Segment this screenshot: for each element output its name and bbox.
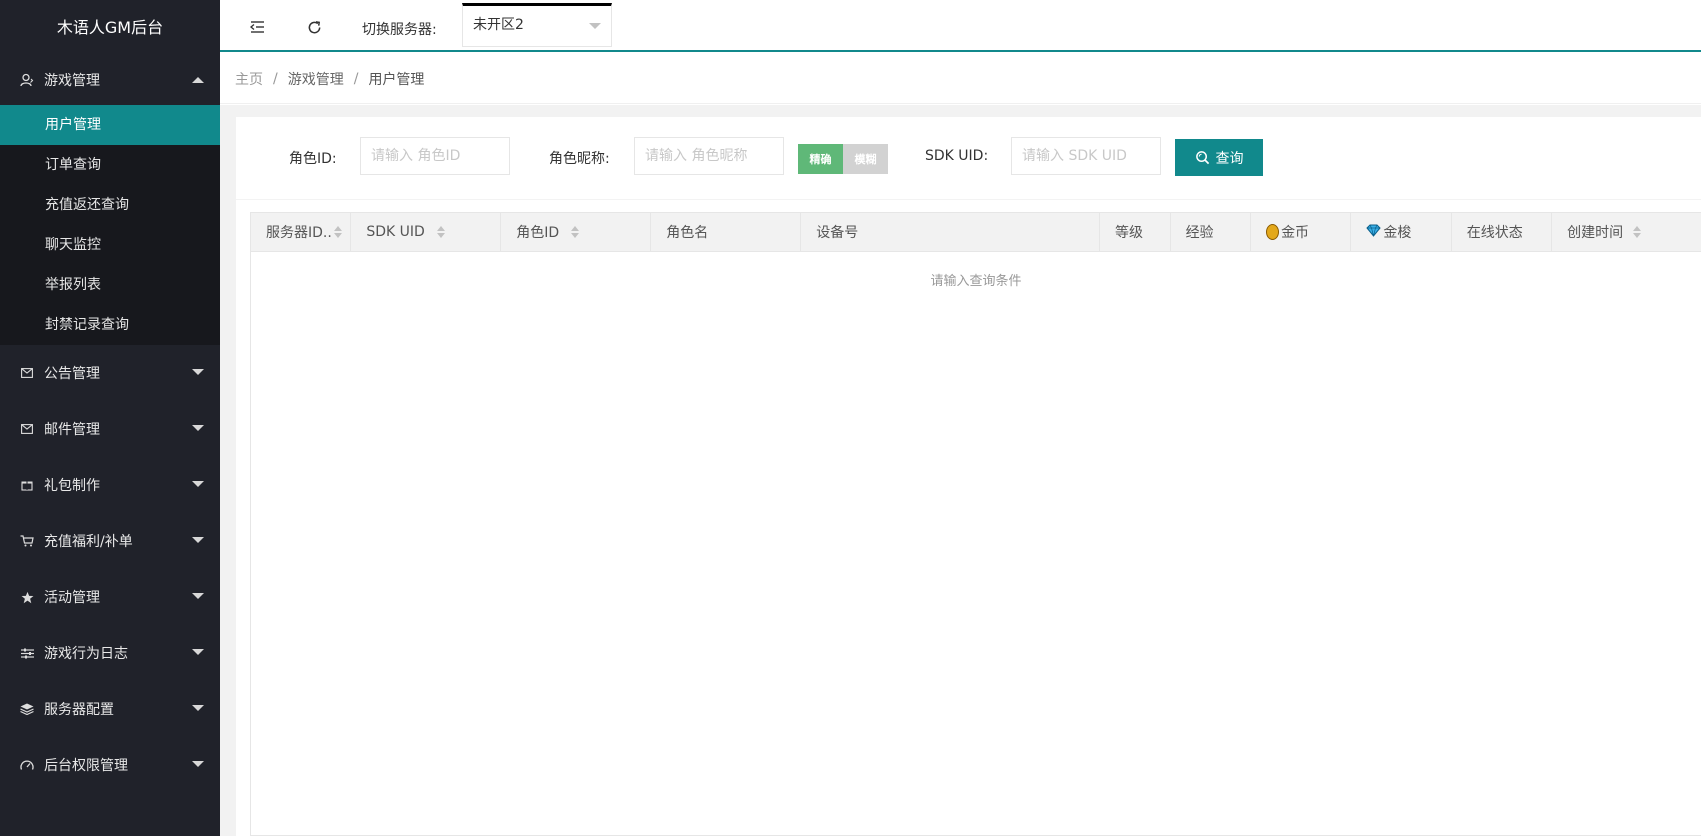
menu-group-gift-pack[interactable]: 礼包制作 <box>0 457 220 513</box>
column-header-gold: 金币 <box>1251 213 1352 251</box>
menu-group-activity[interactable]: 活动管理 <box>0 569 220 625</box>
menu-group-game-behavior-log[interactable]: 游戏行为日志 <box>0 625 220 681</box>
column-header-created-time[interactable]: 创建时间 <box>1552 213 1701 251</box>
mail-icon <box>20 366 34 380</box>
menu-group-label: 游戏管理 <box>44 73 100 89</box>
chevron-down-icon <box>192 761 204 767</box>
chevron-down-icon <box>192 369 204 375</box>
column-header-level: 等级 <box>1100 213 1171 251</box>
table-empty-message: 请输入查询条件 <box>930 274 1022 289</box>
top-bar: 切换服务器: 未开区2 <box>220 0 1701 52</box>
cart-icon <box>20 534 34 548</box>
chevron-down-icon <box>192 593 204 599</box>
nickname-label: 角色昵称: <box>549 151 610 167</box>
sidebar-item-user-management[interactable]: 用户管理 <box>0 105 220 145</box>
match-fuzzy-option[interactable]: 模糊 <box>843 144 888 174</box>
menu-group-label: 活动管理 <box>44 590 100 606</box>
sidebar-item-chat-monitor[interactable]: 聊天监控 <box>0 225 220 265</box>
chevron-down-icon <box>192 537 204 543</box>
nickname-input[interactable] <box>634 137 784 175</box>
sort-icon[interactable] <box>333 226 342 238</box>
user-icon <box>20 73 34 87</box>
menu-group-label: 礼包制作 <box>44 478 100 494</box>
sdk-uid-label: SDK UID: <box>925 148 989 164</box>
chevron-down-icon <box>589 23 601 29</box>
menu-group-label: 充值福利/补单 <box>44 534 133 550</box>
column-header-online-status: 在线状态 <box>1452 213 1553 251</box>
menu-group-label: 游戏行为日志 <box>44 646 128 662</box>
column-header-server-id[interactable]: 服务器ID.. <box>251 213 352 251</box>
menu-group-admin-permissions[interactable]: 后台权限管理 <box>0 737 220 793</box>
menu-group-label: 服务器配置 <box>44 702 114 718</box>
menu-group-server-config[interactable]: 服务器配置 <box>0 681 220 737</box>
chevron-down-icon <box>192 481 204 487</box>
breadcrumb-separator: / <box>353 70 359 87</box>
breadcrumb-current-page: 用户管理 <box>368 71 425 88</box>
gift-icon <box>20 478 34 492</box>
chevron-down-icon <box>192 705 204 711</box>
server-select[interactable]: 未开区2 <box>462 3 612 47</box>
app-logo-title: 木语人GM后台 <box>56 18 164 37</box>
menu-collapse-icon[interactable] <box>246 16 268 38</box>
column-header-device-id: 设备号 <box>801 213 1100 251</box>
query-button[interactable]: 查询 <box>1175 139 1263 176</box>
sidebar-item-recharge-refund-query[interactable]: 充值返还查询 <box>0 185 220 225</box>
breadcrumb-separator: / <box>273 70 278 87</box>
column-header-role-name: 角色名 <box>651 213 802 251</box>
mail-icon <box>20 422 34 436</box>
role-id-label: 角色ID: <box>289 151 337 167</box>
match-mode-toggle[interactable]: 精确 模糊 <box>798 144 888 174</box>
sidebar-item-order-query[interactable]: 订单查询 <box>0 145 220 185</box>
query-button-label: 查询 <box>1215 150 1244 167</box>
menu-group-recharge-welfare[interactable]: 充值福利/补单 <box>0 513 220 569</box>
search-icon <box>1195 150 1210 165</box>
table-header: 服务器ID.. SDK UID 角色ID 角色名 设备号 等级 经验 金币 金梭… <box>251 213 1701 252</box>
chevron-down-icon <box>192 425 204 431</box>
chevron-down-icon <box>192 649 204 655</box>
server-switch-label: 切换服务器: <box>362 22 437 38</box>
sdk-uid-input[interactable] <box>1011 137 1161 175</box>
column-header-exp: 经验 <box>1171 213 1252 251</box>
column-header-golden-shuttle: 金梭 <box>1351 213 1452 251</box>
gold-medal-icon <box>1266 224 1280 240</box>
chevron-up-icon <box>192 77 204 83</box>
menu-group-game-management[interactable]: 游戏管理 <box>0 55 220 105</box>
sort-icon[interactable] <box>1633 226 1642 238</box>
submenu-game-management: 用户管理 订单查询 充值返还查询 聊天监控 举报列表 封禁记录查询 <box>0 105 220 345</box>
refresh-icon[interactable] <box>303 16 325 38</box>
sort-icon[interactable] <box>436 226 445 238</box>
sidebar-item-report-list[interactable]: 举报列表 <box>0 265 220 305</box>
filter-bar: 角色ID: 角色昵称: 精确 模糊 SDK UID: 查询 <box>236 117 1701 200</box>
breadcrumb-home[interactable]: 主页 <box>235 69 263 89</box>
breadcrumb: 主页 / 游戏管理 / 用户管理 <box>220 54 1701 104</box>
column-header-sdk-uid[interactable]: SDK UID <box>351 213 502 251</box>
sort-icon[interactable] <box>571 226 580 238</box>
diamond-icon <box>1366 224 1382 241</box>
role-id-input[interactable] <box>360 137 510 175</box>
star-icon <box>20 590 34 604</box>
menu-group-announcement[interactable]: 公告管理 <box>0 345 220 401</box>
sliders-icon <box>20 646 34 660</box>
match-exact-option[interactable]: 精确 <box>798 144 843 174</box>
sidebar-item-ban-record-query[interactable]: 封禁记录查询 <box>0 305 220 345</box>
column-header-role-id[interactable]: 角色ID <box>501 213 652 251</box>
gauge-icon <box>20 758 34 772</box>
menu-group-mail[interactable]: 邮件管理 <box>0 401 220 457</box>
sidebar: 木语人GM后台 游戏管理 用户管理 订单查询 充值返还查询 聊天监控 举报列表 … <box>0 0 220 836</box>
layers-icon <box>20 702 34 716</box>
main-card: 角色ID: 角色昵称: 精确 模糊 SDK UID: 查询 服务器ID.. SD… <box>236 117 1701 836</box>
breadcrumb-section[interactable]: 游戏管理 <box>288 69 344 89</box>
user-table: 服务器ID.. SDK UID 角色ID 角色名 设备号 等级 经验 金币 金梭… <box>250 212 1701 836</box>
menu-group-label: 后台权限管理 <box>44 758 128 774</box>
menu-group-label: 邮件管理 <box>44 422 100 438</box>
menu-group-label: 公告管理 <box>44 366 100 382</box>
server-select-value: 未开区2 <box>473 17 524 33</box>
